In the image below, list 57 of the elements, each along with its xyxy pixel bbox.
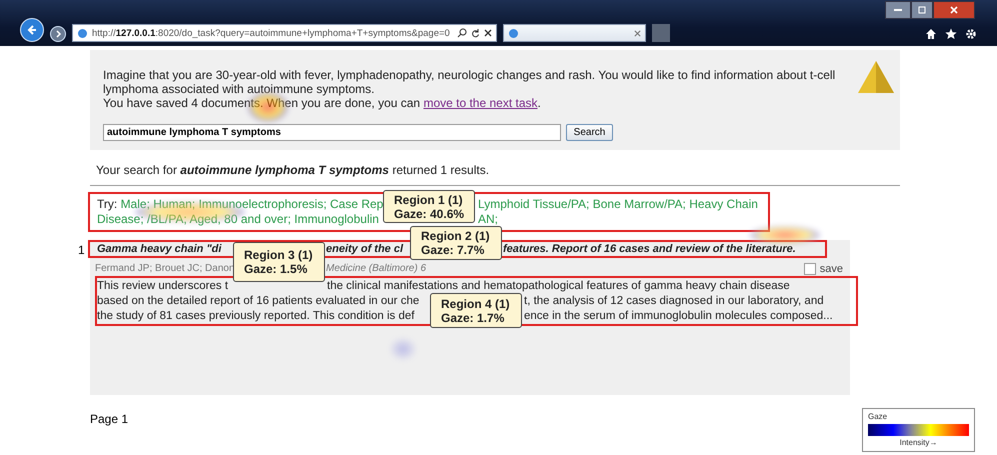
- journal-text: Medicine (Baltimore) 6: [326, 262, 426, 276]
- home-icon[interactable]: [925, 28, 937, 40]
- region-name: Region 3 (1): [244, 248, 314, 262]
- task-text: lymphoma associated with autoimmune symptoms.: [103, 82, 376, 96]
- task-text: Imagine that you are 30-year-old with fever, lymphadenopathy, neurologic changes and rash. You would like to find information about t-cell: [103, 68, 836, 82]
- gaze-value: Gaze: 40.6%: [394, 206, 466, 220]
- page-label: Page 1: [90, 412, 128, 426]
- close-icon: [950, 6, 958, 14]
- minimize-icon: [894, 8, 902, 12]
- save-checkbox[interactable]: [804, 262, 816, 274]
- refresh-icon[interactable]: [471, 28, 480, 38]
- abstract-text: This review underscores t: [97, 279, 230, 294]
- save-label: save: [820, 262, 843, 274]
- back-button[interactable]: [20, 18, 44, 42]
- restore-button[interactable]: [911, 1, 933, 19]
- abstract-text: the clinical manifestations and hematopathological features of gamma heavy chain disease: [327, 279, 791, 294]
- gaze-heat-spot: [750, 226, 820, 244]
- star-icon[interactable]: [945, 28, 957, 40]
- suggestion-text: AN;: [478, 212, 500, 227]
- result-title[interactable]: features. Report of 16 cases and review of the literature.: [503, 242, 825, 257]
- result-title[interactable]: eneity of the cl: [326, 242, 410, 257]
- page-icon: [508, 28, 519, 38]
- search-icon[interactable]: [457, 28, 467, 38]
- next-task-link[interactable]: move to the next task: [423, 96, 538, 110]
- close-window-button[interactable]: [933, 1, 975, 19]
- period-text: .: [538, 96, 541, 110]
- settings-icon[interactable]: [965, 28, 977, 40]
- result-title[interactable]: Gamma heavy chain "di: [97, 242, 233, 257]
- forward-button[interactable]: [50, 26, 66, 42]
- legend-axis-label: Intensity→: [898, 438, 938, 447]
- minimize-button[interactable]: [885, 1, 911, 19]
- suggestion-text: Lymphoid Tissue/PA; Bone Marrow/PA; Heavy Chain: [478, 197, 759, 212]
- left-arrow-icon: [26, 24, 38, 36]
- suggestion-text: Try: Male; Human; Immunoelectrophoresis; Case Rep: [97, 197, 383, 212]
- suggestion-text: Disease; /BL/PA; Aged, 80 and over; Immunoglobulin: [97, 212, 380, 227]
- search-button[interactable]: Search: [566, 124, 613, 141]
- address-field[interactable]: http://127.0.0.1:8020/do_task?query=autoimmune+lymphoma+T+symptoms&page=0: [72, 24, 497, 42]
- close-icon[interactable]: [484, 29, 492, 37]
- search-field[interactable]: autoimmune lymphoma T symptoms: [103, 124, 561, 141]
- region-name: Region 2 (1): [421, 229, 491, 243]
- abstract-text: t, the analysis of 12 cases diagnosed in our laboratory, and: [524, 294, 825, 309]
- abstract-text: based on the detailed report of 16 patients evaluated in our che: [97, 294, 420, 309]
- gaze-value: Gaze: 1.7%: [441, 310, 506, 324]
- abstract-text: ence in the serum of immunoglobulin molecules composed...: [524, 309, 834, 324]
- chevron-right-icon: [54, 30, 62, 38]
- abstract-text: the study of 81 cases previously reported. This condition is def: [97, 309, 416, 324]
- gaze-value: Gaze: 7.7%: [421, 243, 486, 257]
- region-name: Region 4 (1): [441, 296, 511, 310]
- browser-tab[interactable]: [503, 24, 646, 42]
- region-name: Region 1 (1): [394, 192, 464, 206]
- result-number: 1: [78, 243, 86, 259]
- restore-icon: [918, 6, 926, 14]
- results-summary: Your search for autoimmune lymphoma T symptoms returned 1 results.: [96, 163, 490, 177]
- gaze-value: Gaze: 1.5%: [244, 262, 308, 276]
- page-icon: [77, 28, 88, 38]
- triangle-icon: [857, 60, 895, 94]
- legend-title: Gaze: [868, 412, 888, 421]
